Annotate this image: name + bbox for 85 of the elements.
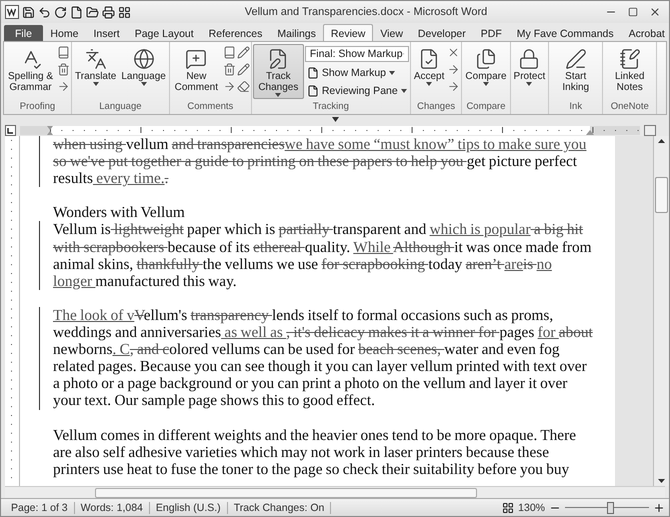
- group-label: Comments: [186, 100, 234, 114]
- scroll-thumb[interactable]: [655, 177, 668, 213]
- ribbon-button[interactable]: Language: [119, 44, 168, 99]
- document-paragraph: Vellum is lightweight paper which is partially transparent and which is popular a big hit with scrapbookers because of its ethereal quality. While Although it was once made from animal skins, thankfully the vellums we use for scrapbooking today aren’t areis no longer manufactured this way.: [39, 221, 593, 290]
- ribbon-tab[interactable]: Insert: [86, 25, 128, 41]
- book-icon[interactable]: [222, 46, 236, 59]
- status-item[interactable]: Page: 1 of 3: [5, 502, 75, 514]
- status-item[interactable]: Track Changes: On: [228, 502, 332, 514]
- delete-icon[interactable]: [222, 63, 236, 76]
- document-icon: [306, 85, 319, 97]
- ribbon-tab[interactable]: Acrobat: [621, 25, 669, 41]
- documents-icon: [474, 48, 497, 70]
- comment-icon: [185, 48, 208, 70]
- arrow-right-icon[interactable]: [222, 80, 236, 93]
- ribbon-button[interactable]: Compare: [463, 44, 509, 99]
- open-folder-icon[interactable]: [86, 6, 99, 18]
- scroll-thumb[interactable]: [95, 488, 477, 498]
- zoom-level[interactable]: 130%: [518, 502, 545, 514]
- window-title: Vellum and Transparencies.docx - Microsoft Word: [244, 6, 488, 18]
- document-paragraph: when using vellum and transparencieswe have some “must know” tips to make sure you so we've put together a guide to printing on these papers to help you get picture perfect results every time..: [39, 136, 593, 188]
- ribbon-button[interactable]: New Comment: [170, 44, 222, 99]
- ribbon-button[interactable]: Spelling & Grammar: [5, 44, 56, 99]
- ribbon-button[interactable]: Translate: [73, 44, 118, 99]
- ribbon-menu-button[interactable]: Reviewing Pane: [304, 84, 409, 98]
- ribbon-menu-button[interactable]: Show Markup: [304, 66, 409, 80]
- group-label: OneNote: [610, 100, 650, 114]
- group-label: Proofing: [18, 100, 56, 114]
- undo-icon[interactable]: [38, 6, 51, 18]
- ribbon-tab[interactable]: References: [201, 25, 270, 41]
- ribbon-button[interactable]: Start Inking: [550, 44, 602, 99]
- status-item[interactable]: English (U.S.): [150, 502, 228, 514]
- arrow-right-icon[interactable]: [57, 80, 70, 93]
- ribbon-tab[interactable]: PDF: [473, 25, 510, 41]
- document-paragraph: Vellum comes in different weights and the heavier ones tend to be more opaque. There are also self adhesive varieties which may not work in laser printers because these printers use heat to fuse the toner to the page so check their suitability before you buy: [52, 426, 577, 478]
- zoom-in-icon[interactable]: [653, 502, 665, 514]
- pencil-icon[interactable]: [236, 63, 250, 76]
- ribbon-tab[interactable]: View: [372, 25, 410, 41]
- document-heading: Wonders with Vellum: [52, 204, 186, 222]
- file-tab[interactable]: File: [4, 25, 43, 41]
- status-item[interactable]: Words: 1,084: [74, 502, 150, 514]
- group-label: Language: [98, 100, 143, 114]
- redo-icon[interactable]: [54, 6, 67, 18]
- ribbon-tab[interactable]: Review: [323, 24, 373, 42]
- delete-icon[interactable]: [57, 63, 70, 76]
- pencil-icon[interactable]: [236, 46, 250, 59]
- lock-icon: [518, 48, 540, 70]
- save-icon[interactable]: [22, 6, 35, 18]
- ribbon-tab[interactable]: Page Layout: [127, 25, 202, 41]
- group-label: Changes: [416, 100, 456, 114]
- ribbon-tab[interactable]: Mailings: [270, 25, 324, 41]
- pen-icon: [564, 48, 587, 70]
- scroll-down-icon[interactable]: [658, 479, 665, 483]
- vertical-scrollbar[interactable]: [653, 136, 669, 486]
- grid-icon[interactable]: [118, 6, 131, 18]
- new-document-icon[interactable]: [70, 6, 83, 18]
- ribbon-tab[interactable]: Developer: [410, 25, 474, 41]
- close-icon: [649, 6, 661, 18]
- horizontal-scrollbar[interactable]: [5, 486, 665, 498]
- arrow-right-icon[interactable]: [447, 63, 460, 76]
- ribbon-button[interactable]: Linked Notes: [604, 44, 656, 99]
- group-label: Compare: [465, 100, 507, 114]
- view-ruler-icon[interactable]: [644, 124, 656, 136]
- tab-selector-icon[interactable]: [5, 124, 16, 136]
- arrow-right-icon[interactable]: [447, 80, 460, 93]
- ribbon-button[interactable]: Accept: [412, 44, 446, 99]
- ribbon-tab[interactable]: My Fave Commands: [509, 25, 622, 41]
- maximize-icon: [628, 7, 638, 17]
- ribbon-button[interactable]: Protect: [512, 44, 548, 99]
- book-icon[interactable]: [57, 46, 70, 59]
- eraser-icon[interactable]: [236, 80, 250, 93]
- view-icon[interactable]: [502, 502, 514, 514]
- document-paragraph: The look of vVellum's transparency lends itself to formal occasions such as proms, weddings and anniversaries as well as , it's delicacy makes it a winner for pages for about newborns. C, and colored vellums can be used for beach scenes, water and even fog related pages. Because you can see though it you can layer vellum printed with text over a photo or a page background or you can print a photo on the vellum and layer it over your text. Our sample page shows this to good effect.: [39, 306, 593, 410]
- document-icon: [306, 67, 319, 79]
- group-label: Ink: [568, 100, 584, 114]
- translate-icon: [84, 48, 107, 70]
- globe-icon: [132, 48, 155, 70]
- scroll-up-icon[interactable]: [658, 139, 665, 143]
- print-icon[interactable]: [102, 6, 115, 18]
- zoom-thumb[interactable]: [607, 502, 614, 514]
- markup-dropdown[interactable]: Final: Show Markup: [304, 46, 409, 62]
- ribbon-button[interactable]: Track Changes: [252, 44, 304, 99]
- ribbon-tab[interactable]: Home: [42, 25, 86, 41]
- word-logo-icon: [5, 5, 19, 19]
- notebook-icon: [618, 48, 641, 70]
- group-label: Tracking: [312, 100, 350, 114]
